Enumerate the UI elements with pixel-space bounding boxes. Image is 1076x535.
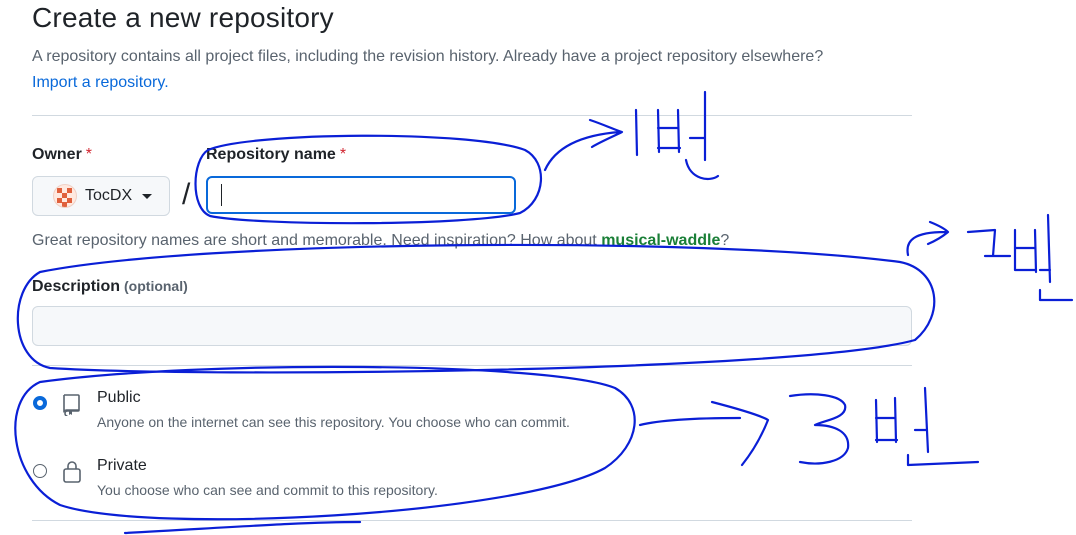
owner-select-button[interactable]: TocDX (32, 176, 170, 216)
description-label: Description (optional) (32, 278, 188, 296)
owner-required-mark: * (85, 146, 93, 163)
hint-text: Great repository names are short and mem… (32, 232, 597, 249)
annotation-arrow-3 (638, 400, 770, 467)
owner-avatar (53, 184, 77, 208)
repository-name-input[interactable] (206, 176, 516, 214)
import-repository-link[interactable]: Import a repository. (32, 74, 169, 91)
description-optional-tag: (optional) (124, 278, 188, 294)
repository-name-label: Repository name * (206, 146, 346, 164)
hint-end: ? (720, 232, 730, 249)
divider-middle (32, 365, 912, 366)
lock-icon (63, 461, 81, 483)
divider-bottom (32, 520, 912, 521)
annotation-number-2 (966, 213, 1074, 302)
suggested-name-link[interactable]: musical-waddle (601, 232, 720, 249)
visibility-private-title: Private (97, 457, 147, 474)
annotation-arrow-1 (543, 118, 624, 172)
owner-repo-separator: / (182, 178, 191, 211)
annotation-arrow-2 (906, 220, 950, 257)
description-input[interactable] (32, 306, 912, 346)
owner-label: Owner * (32, 146, 92, 164)
annotation-number-1 (634, 90, 720, 180)
divider-top (32, 115, 912, 116)
visibility-private-description: You choose who can see and commit to thi… (97, 482, 438, 498)
annotation-number-3 (788, 386, 980, 467)
visibility-private-radio[interactable] (33, 464, 47, 478)
repository-name-hint: Great repository names are short and mem… (32, 232, 729, 250)
repository-name-label-text: Repository name (206, 146, 336, 163)
description-label-text: Description (32, 278, 121, 295)
chevron-down-icon (142, 193, 153, 199)
visibility-public-radio[interactable] (33, 396, 47, 410)
repository-name-required-mark: * (339, 146, 347, 163)
owner-name: TocDX (85, 187, 133, 204)
annotation-tail-3 (123, 520, 362, 535)
text-cursor (221, 184, 222, 206)
repo-book-icon (63, 394, 80, 416)
owner-label-text: Owner (32, 146, 82, 163)
page-subtitle: A repository contains all project files,… (32, 44, 932, 96)
page-title: Create a new repository (32, 2, 334, 33)
visibility-public-description: Anyone on the internet can see this repo… (97, 414, 570, 430)
subtitle-text: A repository contains all project files,… (32, 48, 824, 65)
visibility-public-title: Public (97, 389, 141, 406)
